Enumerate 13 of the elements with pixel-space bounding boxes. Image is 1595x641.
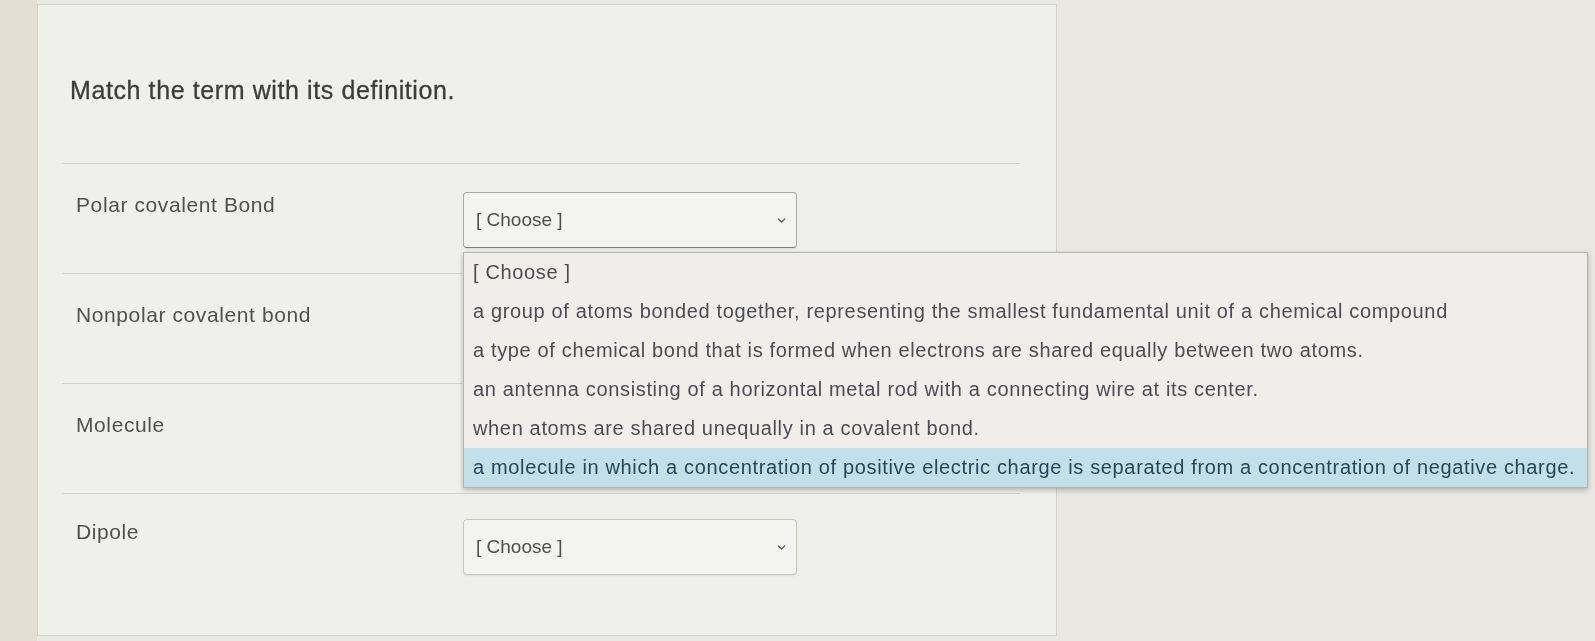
question-text: Match the term with its definition. — [70, 76, 456, 104]
select-field[interactable]: [ Choose ] — [463, 192, 797, 248]
select-field[interactable]: [ Choose ] — [463, 519, 797, 575]
dropdown-option[interactable]: [ Choose ] — [464, 253, 1587, 292]
term-label: Dipole — [76, 520, 140, 544]
term-label: Nonpolar covalent bond — [76, 303, 312, 327]
term-label: Polar covalent Bond — [76, 193, 276, 217]
dropdown-option[interactable]: a molecule in which a concentration of positive electric charge is separated from a concentration of negative charge. — [464, 448, 1587, 487]
term-label: Molecule — [76, 413, 165, 437]
dropdown-option[interactable]: a group of atoms bonded together, representing the smallest fundamental unit of a chemical compound — [464, 292, 1587, 331]
dropdown-option[interactable]: a type of chemical bond that is formed when electrons are shared equally between two atoms. — [464, 331, 1587, 370]
dropdown-option[interactable]: an antenna consisting of a horizontal metal rod with a connecting wire at its center. — [464, 370, 1587, 409]
dropdown-option[interactable]: when atoms are shared unequally in a covalent bond. — [464, 409, 1587, 448]
